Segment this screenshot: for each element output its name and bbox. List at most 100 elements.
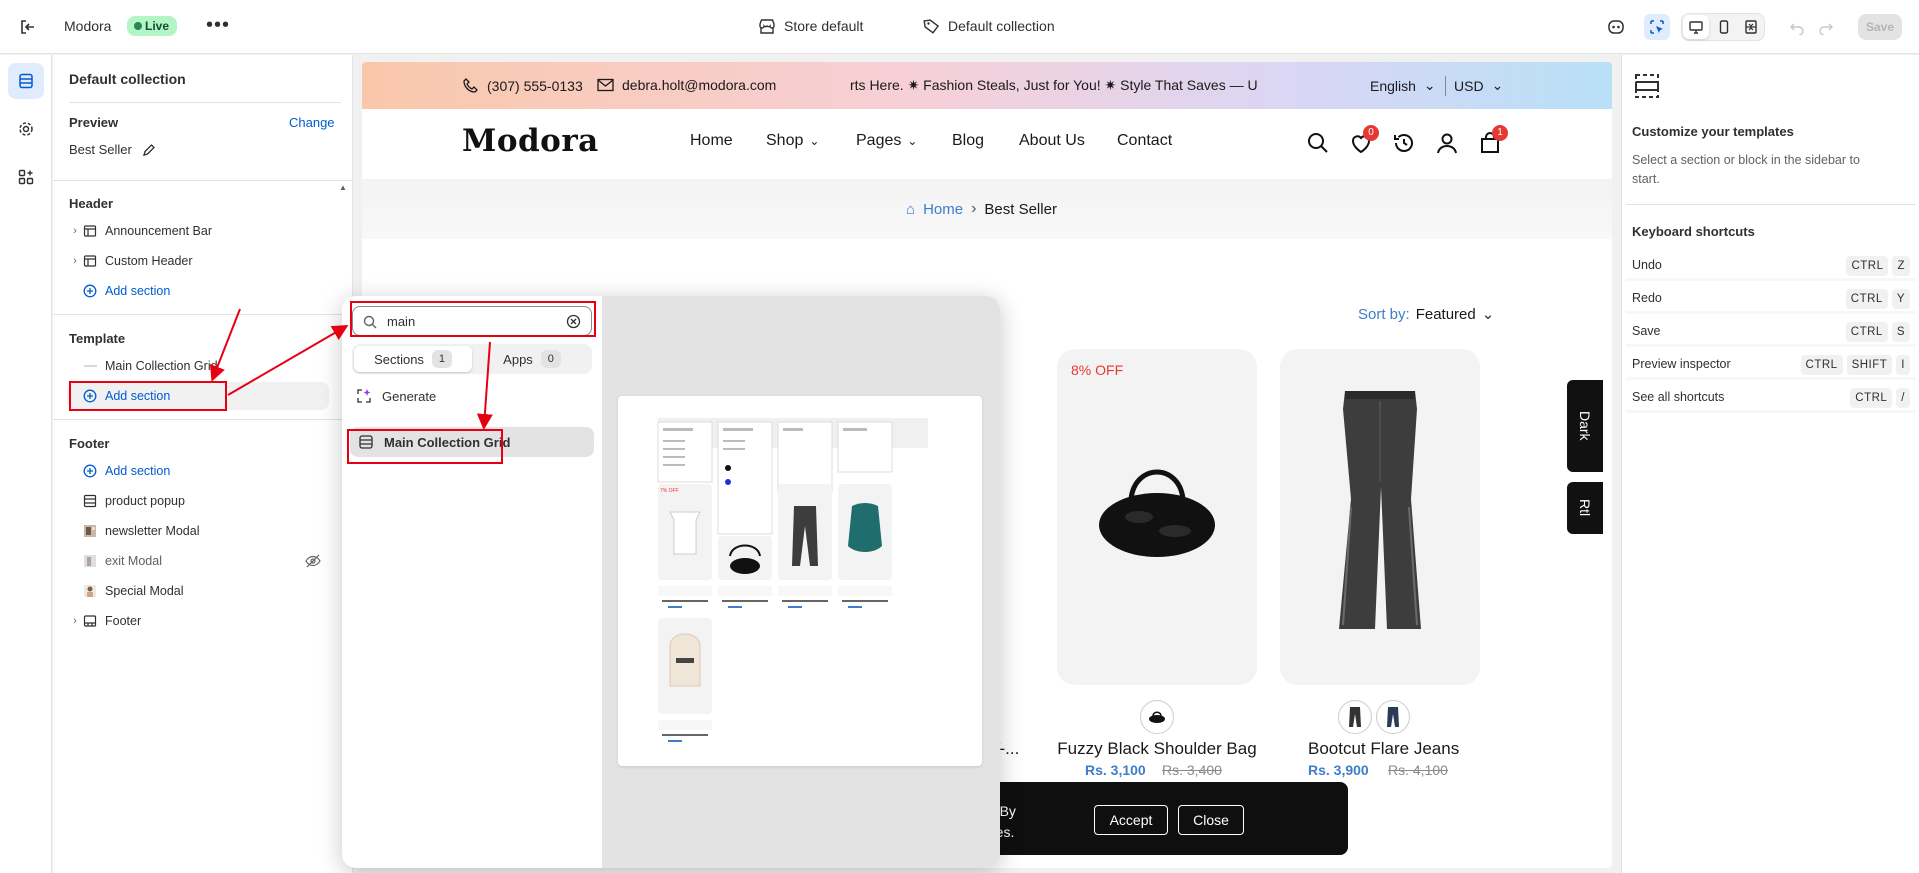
scroll-up-icon[interactable]: ▲ [339, 183, 347, 192]
theme-selector[interactable]: Store default [758, 17, 863, 35]
discount-badge: 8% OFF [1071, 362, 1124, 378]
shortcut-label: Save [1632, 323, 1661, 338]
plus-circle-icon [83, 284, 105, 298]
product-title[interactable]: Bootcut Flare Jeans [1308, 739, 1459, 759]
tab-count: 0 [540, 350, 561, 368]
template-selector[interactable]: Default collection [922, 17, 1055, 35]
template-label: Default collection [948, 18, 1055, 34]
breadcrumb-home-link[interactable]: Home [923, 201, 963, 218]
footer-group-label: Footer [69, 436, 110, 451]
section-product-popup[interactable]: product popup [67, 487, 329, 515]
announcement-bar: (307) 555-0133 debra.holt@modora.com rts… [362, 62, 1612, 109]
tab-apps[interactable]: Apps 0 [474, 346, 590, 372]
add-section-label: Add section [105, 464, 171, 478]
product-card[interactable]: 8% OFF [1057, 349, 1257, 685]
currency-selector[interactable]: USD ⌄ [1454, 77, 1503, 94]
accept-cookies-button[interactable]: Accept [1094, 805, 1168, 835]
apps-icon[interactable] [8, 159, 44, 195]
fullwidth-icon[interactable] [1738, 15, 1764, 39]
mobile-icon[interactable] [1711, 15, 1737, 39]
chevron-right-icon[interactable]: › [67, 615, 83, 627]
section-custom-header[interactable]: › Custom Header [67, 247, 329, 275]
product-image-shoulder-bag [1099, 469, 1215, 557]
email-contact[interactable]: debra.holt@modora.com [597, 77, 776, 93]
menu-about[interactable]: About Us [1019, 132, 1085, 150]
sections-icon[interactable] [8, 63, 44, 99]
section-newsletter-modal[interactable]: newsletter Modal [67, 517, 329, 545]
redo-icon[interactable] [1813, 14, 1839, 40]
wishlist-heart-icon[interactable]: 0 [1349, 125, 1379, 157]
chevron-down-icon: ⌄ [907, 134, 918, 148]
color-swatch[interactable] [1376, 700, 1410, 734]
highlight-search-field [350, 301, 596, 337]
section-icon [83, 494, 105, 508]
recently-viewed-history-icon[interactable] [1392, 131, 1418, 157]
menu-home[interactable]: Home [690, 132, 733, 150]
exit-icon[interactable] [18, 17, 38, 37]
section-special-modal[interactable]: Special Modal [67, 577, 329, 605]
sort-dropdown[interactable]: Sort by: Featured ⌄ [1358, 305, 1494, 324]
header-add-section-button[interactable]: Add section [67, 277, 329, 305]
account-user-icon[interactable] [1435, 131, 1461, 157]
rtl-toggle[interactable]: Rtl [1567, 482, 1603, 534]
desktop-icon[interactable] [1683, 15, 1709, 39]
product-card[interactable] [1280, 349, 1480, 685]
change-preview-link[interactable]: Change [289, 115, 335, 130]
header-group-label: Header [69, 196, 114, 211]
kbd-key: CTRL [1846, 256, 1889, 276]
section-label: Special Modal [105, 584, 184, 598]
cart-count-badge: 1 [1492, 125, 1508, 141]
eye-hidden-icon[interactable] [305, 554, 321, 568]
chevron-right-icon: › [971, 200, 977, 217]
more-actions-button[interactable]: ••• [206, 14, 230, 37]
color-swatch[interactable] [1338, 700, 1372, 734]
save-button[interactable]: Save [1858, 14, 1902, 40]
cart-bag-icon[interactable]: 1 [1478, 125, 1508, 157]
kbd-key: I [1896, 355, 1910, 375]
menu-pages[interactable]: Pages ⌄ [856, 132, 917, 150]
chevron-right-icon[interactable]: › [67, 225, 83, 237]
theme-label: Store default [784, 18, 864, 34]
section-exit-modal[interactable]: exit Modal [67, 547, 327, 575]
undo-icon[interactable] [1784, 14, 1810, 40]
add-section-popover: Sections 1 Apps 0 Generate Main Collecti… [342, 296, 1000, 868]
settings-gear-icon[interactable] [8, 111, 44, 147]
section-footer[interactable]: › Footer [67, 607, 329, 635]
divider [1445, 76, 1446, 96]
shortcut-label: Undo [1632, 257, 1662, 272]
menu-contact[interactable]: Contact [1117, 132, 1172, 150]
kbd-key: CTRL [1800, 355, 1843, 375]
close-cookies-button[interactable]: Close [1178, 805, 1244, 835]
section-preview-thumbnail: 7% OFF [618, 396, 982, 766]
account-icon[interactable] [1603, 14, 1629, 40]
section-label: exit Modal [105, 554, 162, 568]
menu-shop[interactable]: Shop ⌄ [766, 132, 819, 150]
menu-blog[interactable]: Blog [952, 132, 984, 150]
currency-label: USD [1454, 77, 1484, 94]
language-selector[interactable]: English ⌄ [1370, 77, 1436, 94]
section-main-collection-grid[interactable]: Main Collection Grid [67, 352, 329, 380]
section-announcement-bar[interactable]: › Announcement Bar [67, 217, 329, 245]
generate-section-button[interactable]: Generate [356, 388, 436, 404]
store-logo[interactable]: Modora [462, 123, 599, 159]
product-title[interactable]: Fuzzy Black Shoulder Bag [1057, 739, 1257, 759]
shortcut-see-all[interactable]: See all shortcuts CTRL / [1626, 383, 1916, 413]
inspector-toggle-icon[interactable] [1644, 14, 1670, 40]
kbd-key: CTRL [1845, 289, 1888, 309]
color-swatch[interactable] [1140, 700, 1174, 734]
kbd-key: CTRL [1850, 388, 1893, 408]
divider [1626, 204, 1916, 205]
kbd-key: SHIFT [1846, 355, 1893, 375]
divider [53, 180, 353, 181]
search-icon[interactable] [1306, 131, 1332, 157]
menu-label: Shop [766, 132, 804, 149]
menu-label: About Us [1019, 132, 1085, 149]
image-thumbnail-icon [83, 584, 105, 598]
tab-sections[interactable]: Sections 1 [354, 346, 472, 372]
shortcut-label: See all shortcuts [1632, 389, 1725, 404]
chevron-right-icon[interactable]: › [67, 255, 83, 267]
phone-contact[interactable]: (307) 555-0133 [462, 77, 583, 94]
footer-add-section-button[interactable]: Add section [67, 457, 329, 485]
dark-mode-toggle[interactable]: Dark [1567, 380, 1603, 472]
edit-pencil-icon[interactable] [142, 143, 156, 157]
